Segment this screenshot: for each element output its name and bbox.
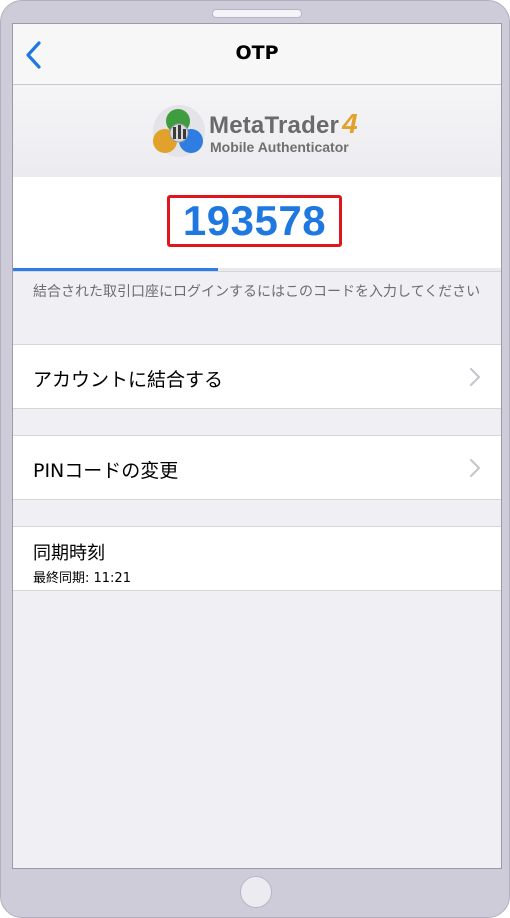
brand-version: 4 [342, 108, 358, 139]
page-title: OTP [235, 42, 279, 64]
change-pin-row[interactable]: PINコードの変更 [13, 435, 501, 500]
brand-name: MetaTrader 4 [209, 108, 358, 139]
change-pin-label: PINコードの変更 [33, 460, 179, 482]
sync-time-row: 同期時刻 最終同期: 11:21 [13, 526, 501, 591]
app-screen: OTP MetaTrader 4 Mobile Authenticator 193… [12, 23, 502, 869]
metatrader-logo [153, 105, 205, 157]
brand-header: MetaTrader 4 Mobile Authenticator [13, 85, 501, 178]
phone-frame: OTP MetaTrader 4 Mobile Authenticator 193… [0, 0, 510, 918]
last-sync-text: 最終同期: 11:21 [33, 571, 131, 586]
chevron-right-icon [470, 368, 480, 386]
otp-code: 193578 [182, 197, 327, 244]
home-button[interactable] [240, 876, 272, 908]
chevron-right-icon [470, 459, 480, 477]
otp-hint-text: 結合された取引口座にログインするにはこのコードを入力してください [33, 284, 481, 300]
link-account-label: アカウントに結合する [33, 369, 224, 391]
otp-card: 193578 [13, 177, 501, 272]
otp-timer-fill [13, 268, 218, 271]
link-account-row[interactable]: アカウントに結合する [13, 344, 501, 409]
brand-subtitle: Mobile Authenticator [210, 139, 349, 155]
otp-highlight-box: 193578 [167, 195, 342, 247]
sync-title: 同期時刻 [33, 543, 105, 564]
navigation-bar: OTP [13, 24, 501, 85]
otp-timer-track [13, 268, 501, 271]
speaker-grille [212, 9, 302, 18]
